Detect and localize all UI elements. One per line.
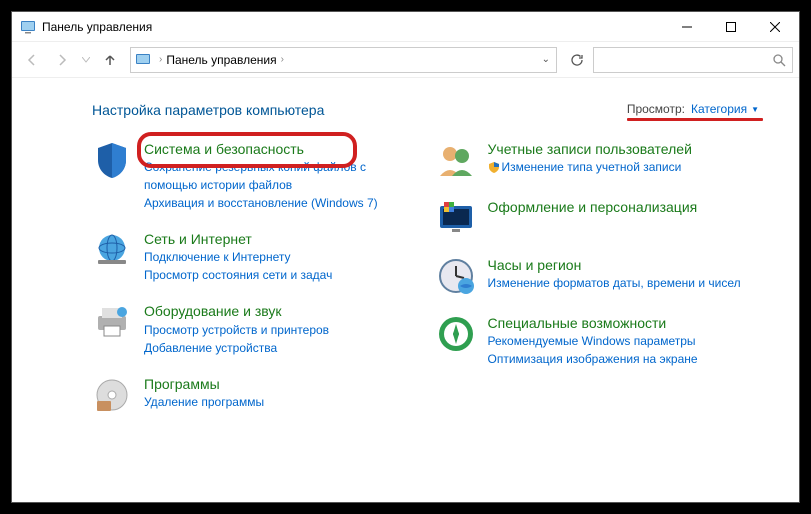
category-title[interactable]: Сеть и Интернет (144, 230, 416, 248)
up-button[interactable] (96, 46, 124, 74)
category-link[interactable]: Удаление программы (144, 393, 416, 411)
search-icon (772, 53, 786, 67)
control-panel-icon (135, 52, 151, 68)
globe-icon (92, 230, 132, 270)
page-title: Настройка параметров компьютера (92, 102, 324, 118)
category-link[interactable]: Оптимизация изображения на экране (488, 350, 760, 368)
view-selector[interactable]: Просмотр: Категория▼ (627, 102, 759, 118)
close-button[interactable] (753, 13, 797, 41)
category-link[interactable]: Добавление устройства (144, 339, 416, 357)
category-link[interactable]: Рекомендуемые Windows параметры (488, 332, 760, 350)
recent-dropdown-icon[interactable] (78, 46, 94, 74)
minimize-button[interactable] (665, 13, 709, 41)
breadcrumb-root[interactable]: Панель управления (166, 53, 276, 67)
accessibility-icon (436, 314, 476, 354)
category-link[interactable]: Просмотр состояния сети и задач (144, 266, 416, 284)
category-network: Сеть и Интернет Подключение к Интернету … (92, 230, 416, 284)
view-label: Просмотр: (627, 102, 685, 116)
category-title[interactable]: Специальные возможности (488, 314, 760, 332)
content-area: Настройка параметров компьютера Просмотр… (12, 78, 799, 502)
uac-shield-icon (488, 161, 500, 173)
users-icon (436, 140, 476, 180)
search-input[interactable] (593, 47, 793, 73)
category-programs: Программы Удаление программы (92, 375, 416, 415)
right-column: Учетные записи пользователей Изменение т… (436, 140, 760, 415)
category-title[interactable]: Система и безопасность (144, 140, 416, 158)
refresh-button[interactable] (563, 46, 591, 74)
printer-icon (92, 302, 132, 342)
control-panel-icon (20, 19, 36, 35)
chevron-down-icon: ▼ (751, 105, 759, 114)
chevron-right-icon[interactable]: › (277, 54, 288, 65)
titlebar: Панель управления (12, 12, 799, 42)
maximize-button[interactable] (709, 13, 753, 41)
address-bar[interactable]: › Панель управления › ⌄ (130, 47, 557, 73)
monitor-colors-icon (436, 198, 476, 238)
shield-icon (92, 140, 132, 180)
view-value[interactable]: Категория▼ (691, 102, 759, 116)
forward-button[interactable] (48, 46, 76, 74)
window-title: Панель управления (42, 20, 665, 34)
category-title[interactable]: Учетные записи пользователей (488, 140, 760, 158)
category-appearance: Оформление и персонализация (436, 198, 760, 238)
category-clock: Часы и регион Изменение форматов даты, в… (436, 256, 760, 296)
category-hardware: Оборудование и звук Просмотр устройств и… (92, 302, 416, 356)
category-link[interactable]: Архивация и восстановление (Windows 7) (144, 194, 416, 212)
chevron-right-icon[interactable]: › (155, 54, 166, 65)
category-accounts: Учетные записи пользователей Изменение т… (436, 140, 760, 180)
category-link[interactable]: Сохранение резервных копий файлов с помо… (144, 158, 416, 194)
disc-icon (92, 375, 132, 415)
category-link[interactable]: Подключение к Интернету (144, 248, 416, 266)
back-button[interactable] (18, 46, 46, 74)
category-title[interactable]: Программы (144, 375, 416, 393)
category-accessibility: Специальные возможности Рекомендуемые Wi… (436, 314, 760, 368)
category-link[interactable]: Изменение типа учетной записи (488, 158, 760, 176)
category-title[interactable]: Оборудование и звук (144, 302, 416, 320)
nav-row: › Панель управления › ⌄ (12, 42, 799, 78)
annotation-underline (627, 118, 763, 121)
category-link[interactable]: Просмотр устройств и принтеров (144, 321, 416, 339)
category-system-security: Система и безопасность Сохранение резерв… (92, 140, 416, 212)
category-title[interactable]: Оформление и персонализация (488, 198, 760, 216)
control-panel-window: Панель управления › Панель управления › … (11, 11, 800, 503)
category-title[interactable]: Часы и регион (488, 256, 760, 274)
category-link[interactable]: Изменение форматов даты, времени и чисел (488, 274, 760, 292)
clock-globe-icon (436, 256, 476, 296)
left-column: Система и безопасность Сохранение резерв… (92, 140, 416, 415)
address-dropdown-icon[interactable]: ⌄ (536, 54, 556, 65)
